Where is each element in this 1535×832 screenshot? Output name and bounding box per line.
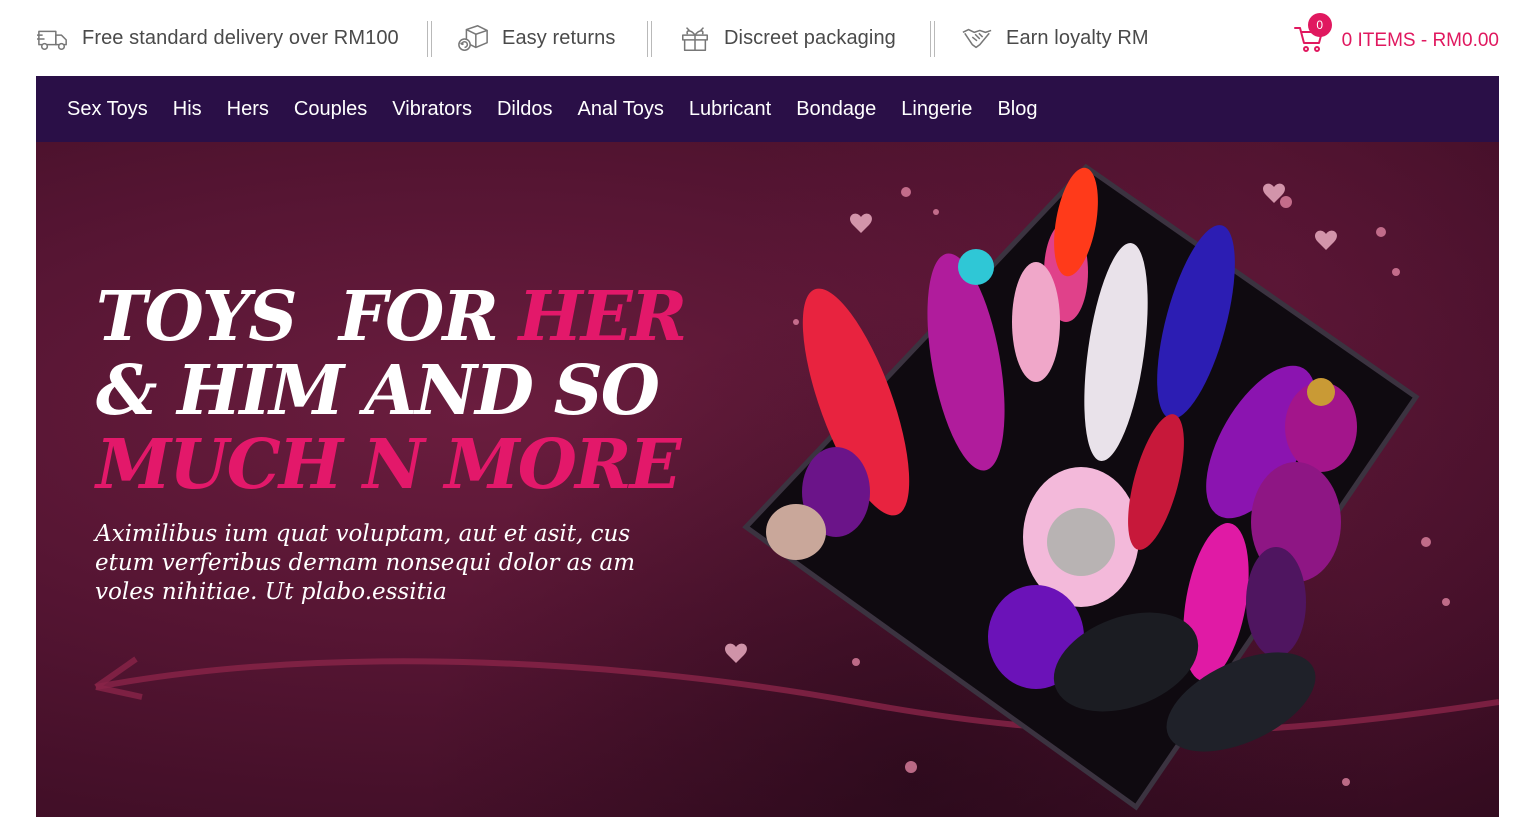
nav-item-blog[interactable]: Blog [997,98,1037,121]
perk-loyalty: Earn loyalty RM [960,20,1149,56]
nav-item-dildos[interactable]: Dildos [497,98,553,121]
hero-product-image [742,163,1420,811]
perk-free-delivery: Free standard delivery over RM100 [36,20,399,56]
nav-item-anal-toys[interactable]: Anal Toys [578,98,664,121]
gift-box-icon [678,23,712,53]
hero-title-line1: TOYS FOR [96,277,519,357]
perk-label: Free standard delivery over RM100 [82,26,399,49]
nav-item-couples[interactable]: Couples [294,98,367,121]
hero-banner[interactable]: TOYS FOR HER & HIM AND SO MUCH N MORE Ax… [36,142,1499,817]
perk-label: Easy returns [502,26,616,49]
nav-item-lingerie[interactable]: Lingerie [901,98,972,121]
main-nav: Sex Toys His Hers Couples Vibrators Dild… [36,76,1499,142]
divider [647,21,652,57]
perk-label: Discreet packaging [724,26,896,49]
cart-summary-button[interactable]: 0 0 ITEMS - RM0.00 [1293,13,1499,58]
cart-count-badge: 0 [1307,13,1332,37]
nav-item-vibrators[interactable]: Vibrators [392,98,472,121]
delivery-truck-icon [36,23,70,53]
hero-title-highlight-her: HER [518,277,688,357]
nav-item-his[interactable]: His [173,98,202,121]
divider [427,21,432,57]
hero-subtitle: Aximilibus ium quat voluptam, aut et asi… [95,521,636,605]
nav-item-bondage[interactable]: Bondage [796,98,876,121]
hero-title: TOYS FOR HER & HIM AND SO MUCH N MORE [96,280,716,502]
perk-easy-returns: Easy returns [456,20,615,56]
nav-item-sex-toys[interactable]: Sex Toys [67,98,148,121]
returns-box-icon [456,23,490,53]
perk-discreet-packaging: Discreet packaging [678,20,896,56]
perk-label: Earn loyalty RM [1006,26,1149,49]
cart-icon[interactable]: 0 [1293,13,1332,55]
divider [930,21,935,57]
top-info-bar: Free standard delivery over RM100 Easy r… [0,0,1535,76]
hero-title-line2: & HIM AND SO [96,351,660,431]
cart-summary-text[interactable]: 0 ITEMS - RM0.00 [1342,30,1499,52]
nav-item-hers[interactable]: Hers [227,98,269,121]
nav-item-lubricant[interactable]: Lubricant [689,98,771,121]
handshake-icon [960,23,994,53]
hero-title-line3: MUCH N MORE [96,425,681,505]
